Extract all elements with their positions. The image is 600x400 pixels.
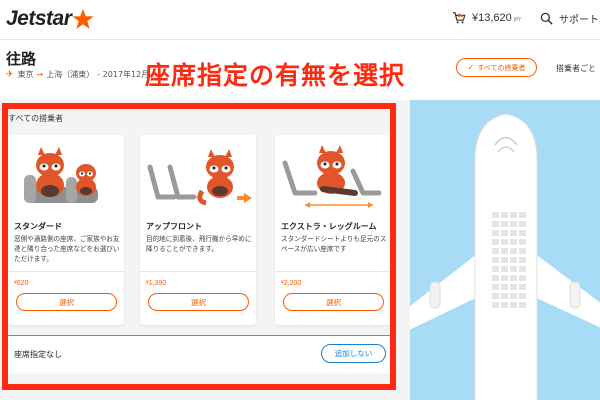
route-arrow-icon: → xyxy=(36,70,44,79)
cart-amount: ¥13,620 xyxy=(472,12,512,24)
logo-text: Jetstar xyxy=(6,7,72,30)
highlight-frame xyxy=(2,103,396,390)
site-header: Jetstar ¥13,620 JPY サポート xyxy=(0,0,600,40)
route-origin: 東京 xyxy=(17,70,34,79)
seat-map-panel[interactable] xyxy=(410,100,600,400)
instruction-banner: 座席指定の有無を選択 xyxy=(145,61,406,90)
per-passenger-tab[interactable]: 搭乗者ごと xyxy=(556,63,596,74)
all-passengers-button[interactable]: ✓ すべての搭乗者 xyxy=(456,58,537,77)
cart-summary[interactable]: ¥13,620 JPY xyxy=(452,11,521,25)
airplane-seat-map xyxy=(410,113,600,400)
support-link[interactable]: サポート xyxy=(540,11,599,26)
route-summary: ✈ 東京 → 上海（浦東） - 2017年12月 xyxy=(6,69,149,80)
plane-arrow-icon: ✈ xyxy=(6,69,14,80)
star-icon xyxy=(72,8,94,29)
cart-currency: JPY xyxy=(513,16,522,23)
all-passengers-label: すべての搭乗者 xyxy=(477,63,526,72)
cart-icon xyxy=(452,12,466,24)
support-label: サポート xyxy=(559,15,599,26)
jetstar-logo[interactable]: Jetstar xyxy=(6,6,94,32)
page-title: 往路 xyxy=(6,50,37,68)
check-icon: ✓ xyxy=(467,63,475,72)
search-icon xyxy=(540,12,553,25)
route-date: - 2017年12月 xyxy=(97,70,150,79)
route-destination: 上海（浦東） xyxy=(46,70,95,79)
